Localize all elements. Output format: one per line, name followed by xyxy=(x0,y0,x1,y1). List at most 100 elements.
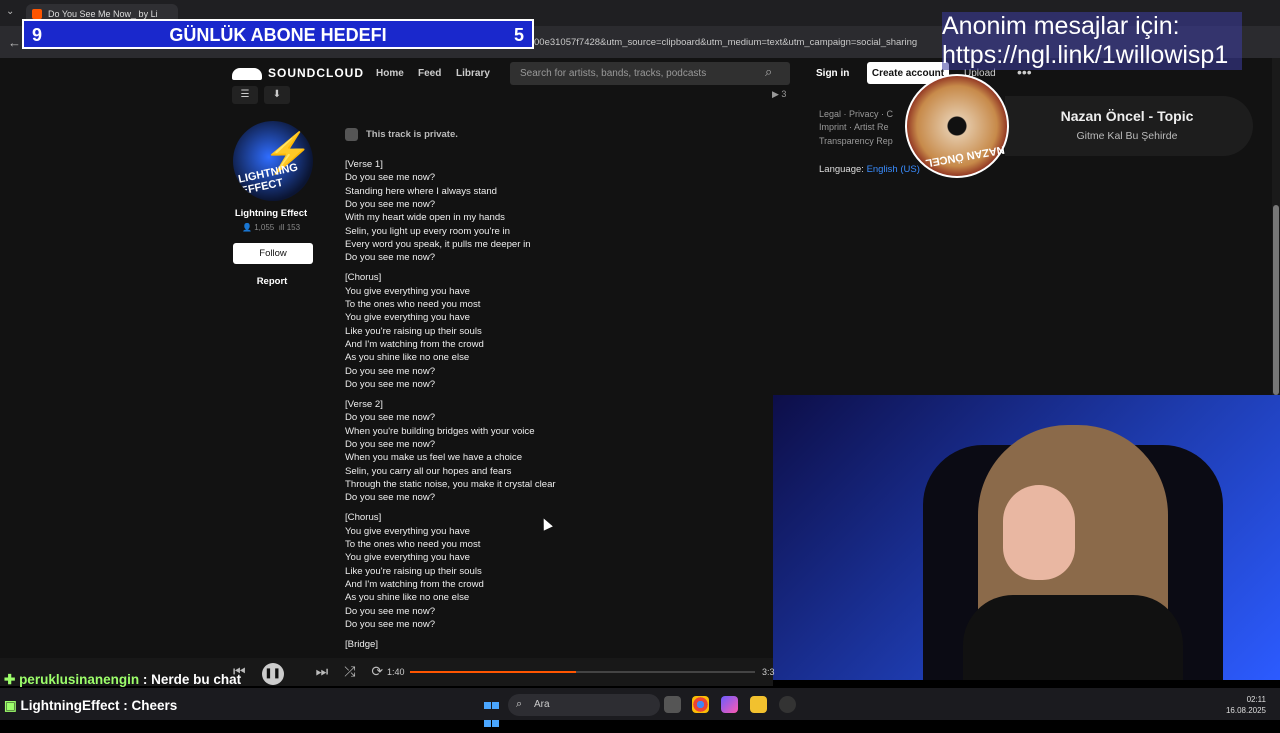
search-input[interactable]: Search for artists, bands, tracks, podca… xyxy=(510,62,790,85)
nav-library[interactable]: Library xyxy=(456,68,490,79)
task-view-icon[interactable] xyxy=(664,696,681,713)
tab-menu-icon[interactable]: ⌄ xyxy=(6,6,14,17)
lyrics-line: Do you see me now? xyxy=(345,172,436,184)
lyrics-line: To the ones who need you most xyxy=(345,299,481,311)
pause-button[interactable]: ❚❚ xyxy=(261,663,284,685)
lyrics-line: Do you see me now? xyxy=(345,199,436,211)
lyrics-line: Through the static noise, you make it cr… xyxy=(345,479,556,491)
footer-links: Legal · Privacy · C Imprint · Artist Re … xyxy=(819,108,919,148)
lyrics-line: [Chorus] xyxy=(345,272,382,284)
lyrics-line: And I'm watching from the crowd xyxy=(345,339,484,351)
repeat-icon[interactable]: ⟳ xyxy=(371,663,383,679)
chat-username: peruklusinanengin xyxy=(19,672,140,687)
chat-username: LightningEffect xyxy=(20,698,120,713)
lyrics-line: Selin, you carry all our hopes and fears xyxy=(345,465,512,477)
user-avatar[interactable]: ⚡ LIGHTNING EFFECT xyxy=(233,121,313,201)
lyrics-line: Do you see me now? xyxy=(345,619,436,631)
goal-current: 9 xyxy=(32,25,43,45)
anonymous-message-overlay: Anonim mesajlar için: https://ngl.link/1… xyxy=(942,12,1242,70)
play-count-value: 3 xyxy=(781,89,787,99)
lyrics-line: Standing here where I always stand xyxy=(345,185,497,197)
lyrics-line: Do you see me now? xyxy=(345,439,436,451)
footer-link-row[interactable]: Imprint · Artist Re xyxy=(819,121,919,134)
search-icon: ⌕ xyxy=(516,698,523,710)
sign-in-link[interactable]: Sign in xyxy=(816,68,849,79)
footer-link-row[interactable]: Legal · Privacy · C xyxy=(819,108,919,121)
url-field[interactable]: 00e31057f7428&utm_source=clipboard&utm_m… xyxy=(534,37,917,48)
obs-icon[interactable] xyxy=(779,696,796,713)
lyrics-line: To the ones who need you most xyxy=(345,539,481,551)
soundcloud-logo[interactable]: SOUNDCLOUD xyxy=(232,66,364,80)
back-arrow-icon[interactable]: ← xyxy=(8,35,21,50)
lyrics-line: As you shine like no one else xyxy=(345,352,470,364)
chat-message: ✚ peruklusinanengin : Nerde bu chat xyxy=(4,672,242,687)
language-selector[interactable]: Language: English (US) xyxy=(819,164,920,175)
playback-controls: ⏮ ❚❚ ⏭ ⤮ ⟳ xyxy=(233,663,399,685)
taskbar-search-text: Ara xyxy=(534,699,550,710)
follow-button[interactable]: Follow xyxy=(233,243,313,264)
language-value[interactable]: English (US) xyxy=(867,164,920,175)
lyrics-line: Every word you speak, it pulls me deeper… xyxy=(345,239,531,251)
tracks-icon: ıll xyxy=(278,223,285,232)
lyrics-line: With my heart wide open in my hands xyxy=(345,212,505,224)
taskbar-search[interactable]: ⌕ Ara xyxy=(508,694,660,716)
progress-fill xyxy=(410,671,576,673)
track-description-lyrics: [Verse 1] Do you see me now? Standing here… xyxy=(345,158,765,656)
scrollbar-thumb[interactable] xyxy=(1273,205,1279,395)
lyrics-line: Like you're raising up their souls xyxy=(345,565,482,577)
current-time: 1:40 xyxy=(387,667,405,677)
lyrics-line: Selin, you light up every room you're in xyxy=(345,225,511,237)
tracks-count: 153 xyxy=(286,223,301,232)
chrome-icon[interactable] xyxy=(692,696,709,713)
download-icon[interactable]: ⬇ xyxy=(264,86,290,104)
followers-count: 1,055 xyxy=(254,223,275,232)
play-count: ▶ 3 xyxy=(772,89,787,99)
chat-badge-icon: ▣ xyxy=(4,698,21,713)
language-label: Language: xyxy=(819,164,864,175)
webcam-feed xyxy=(773,395,1280,680)
lyrics-gap xyxy=(345,505,765,512)
lyrics-line: [Verse 2] xyxy=(345,399,383,411)
taskbar-clock[interactable]: 02:11 16.08.2025 xyxy=(1214,694,1266,716)
lyrics-line: When you make us feel we have a choice xyxy=(345,452,523,464)
chat-text: Nerde bu chat xyxy=(151,672,242,687)
tab-title: Do You See Me Now_ by Li xyxy=(48,9,158,19)
lyrics-line: [Bridge] xyxy=(345,639,379,651)
chat-message: ▣ LightningEffect : Cheers xyxy=(4,698,178,713)
private-notice-text: This track is private. xyxy=(366,129,458,141)
chat-plus-icon: ✚ xyxy=(4,672,20,687)
logo-text: SOUNDCLOUD xyxy=(268,66,364,80)
clock-time: 02:11 xyxy=(1246,695,1266,704)
lyrics-line: As you shine like no one else xyxy=(345,592,470,604)
lyrics-gap xyxy=(345,265,765,272)
progress-bar[interactable] xyxy=(410,671,755,673)
search-icon[interactable]: ⌕ xyxy=(765,64,772,80)
nav-feed[interactable]: Feed xyxy=(418,68,441,79)
copilot-icon[interactable] xyxy=(721,696,738,713)
lyrics-gap xyxy=(345,391,765,398)
soundcloud-favicon-icon xyxy=(32,9,42,19)
cloud-icon xyxy=(232,67,262,80)
anon-link: https://ngl.link/1willowisp1 xyxy=(942,41,1229,69)
user-name[interactable]: Lightning Effect xyxy=(233,208,309,219)
track-action-icons: ☰ ⬇ xyxy=(232,84,296,104)
report-link[interactable]: Report xyxy=(233,276,311,287)
queue-icon[interactable]: ☰ xyxy=(232,86,258,104)
now-playing-song: Gitme Kal Bu Şehirde xyxy=(1076,130,1178,142)
lock-icon xyxy=(345,128,358,141)
next-icon[interactable]: ⏭ xyxy=(316,663,329,679)
private-track-notice: This track is private. xyxy=(345,128,458,141)
nav-home[interactable]: Home xyxy=(376,68,404,79)
file-explorer-icon[interactable] xyxy=(750,696,767,713)
lyrics-line: Do you see me now? xyxy=(345,412,436,424)
footer-link-row[interactable]: Transparency Rep xyxy=(819,135,919,148)
lyrics-line: Do you see me now? xyxy=(345,605,436,617)
lyrics-line: [Chorus] xyxy=(345,512,382,524)
lyrics-line: You give everything you have xyxy=(345,285,470,297)
windows-start-icon[interactable] xyxy=(484,697,500,727)
now-playing-widget xyxy=(1005,96,1253,156)
lyrics-line: You give everything you have xyxy=(345,312,470,324)
clock-date: 16.08.2025 xyxy=(1225,706,1266,715)
shuffle-icon[interactable]: ⤮ xyxy=(344,663,355,679)
streamer-face xyxy=(1003,485,1075,580)
